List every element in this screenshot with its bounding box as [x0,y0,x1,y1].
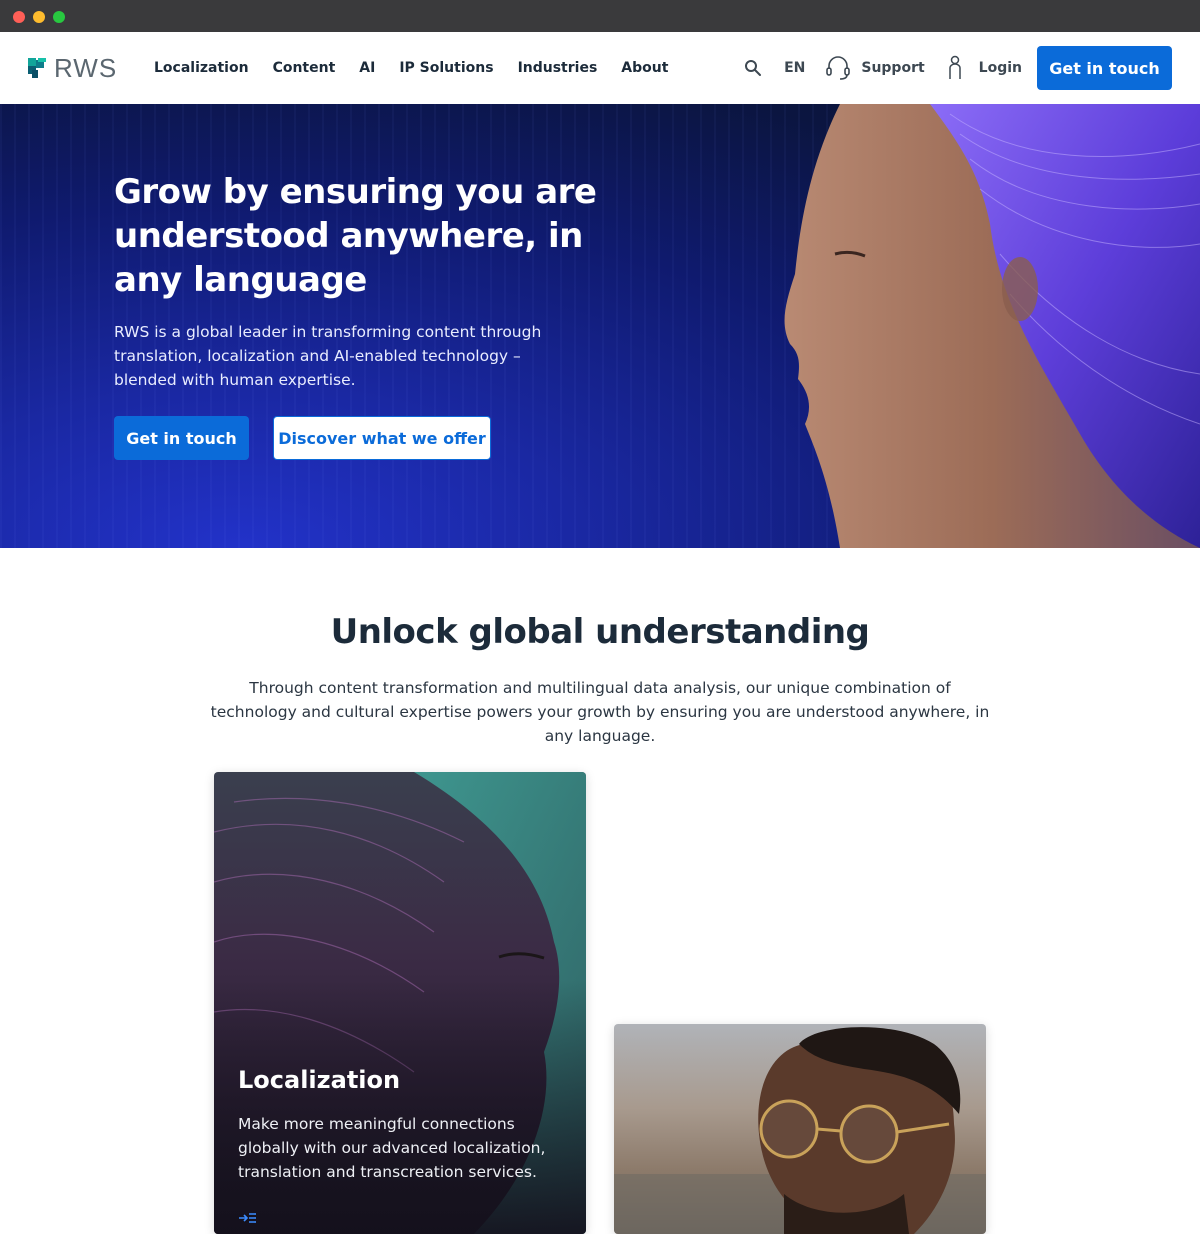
maximize-window-button[interactable] [53,11,65,23]
content-card[interactable] [614,1024,986,1234]
nav-item-about[interactable]: About [621,60,668,76]
section-subtitle: Through content transformation and multi… [210,679,990,745]
close-window-button[interactable] [13,11,25,23]
card-title: Localization [238,1066,401,1094]
rws-logo-mark-icon [28,58,48,78]
localization-card[interactable]: Localization Make more meaningful connec… [214,772,586,1234]
rws-logo[interactable]: RWS [28,53,118,83]
language-selector[interactable]: EN [784,60,805,76]
support-link[interactable]: Support [825,55,925,81]
discover-offer-button[interactable]: Discover what we offer [273,416,491,460]
nav-item-content[interactable]: Content [273,60,336,76]
login-label: Login [978,60,1022,76]
header-tools: EN Support Login Get in touch [744,32,1172,104]
hero-title: Grow by ensuring you are understood anyw… [114,172,597,300]
man-with-glasses-image [614,1027,986,1234]
logo-text: RWS [54,53,118,83]
login-link[interactable]: Login [947,55,1022,81]
hero-banner: Grow by ensuring you are understood anyw… [0,104,1200,548]
nav-item-industries[interactable]: Industries [518,60,598,76]
site-header: RWS Localization Content AI IP Solutions… [0,32,1200,104]
support-label: Support [861,60,925,76]
get-in-touch-header-button[interactable]: Get in touch [1037,46,1172,90]
section-title: Unlock global understanding [330,612,870,652]
nav-item-ai[interactable]: AI [359,60,375,76]
nav-item-ip-solutions[interactable]: IP Solutions [399,60,493,76]
hero-subtitle: RWS is a global leader in transforming c… [114,323,542,389]
headset-icon [825,55,851,81]
minimize-window-button[interactable] [33,11,45,23]
hero-woman-profile-image [784,104,1200,548]
nav-item-localization[interactable]: Localization [154,60,249,76]
user-icon [947,55,963,81]
main-nav: Localization Content AI IP Solutions Ind… [154,32,692,104]
get-in-touch-hero-button[interactable]: Get in touch [114,416,249,460]
arrow-right-icon[interactable] [238,1210,258,1224]
card-text: Make more meaningful connections globall… [238,1115,546,1181]
window-titlebar [0,0,1200,32]
search-icon[interactable] [744,59,762,77]
